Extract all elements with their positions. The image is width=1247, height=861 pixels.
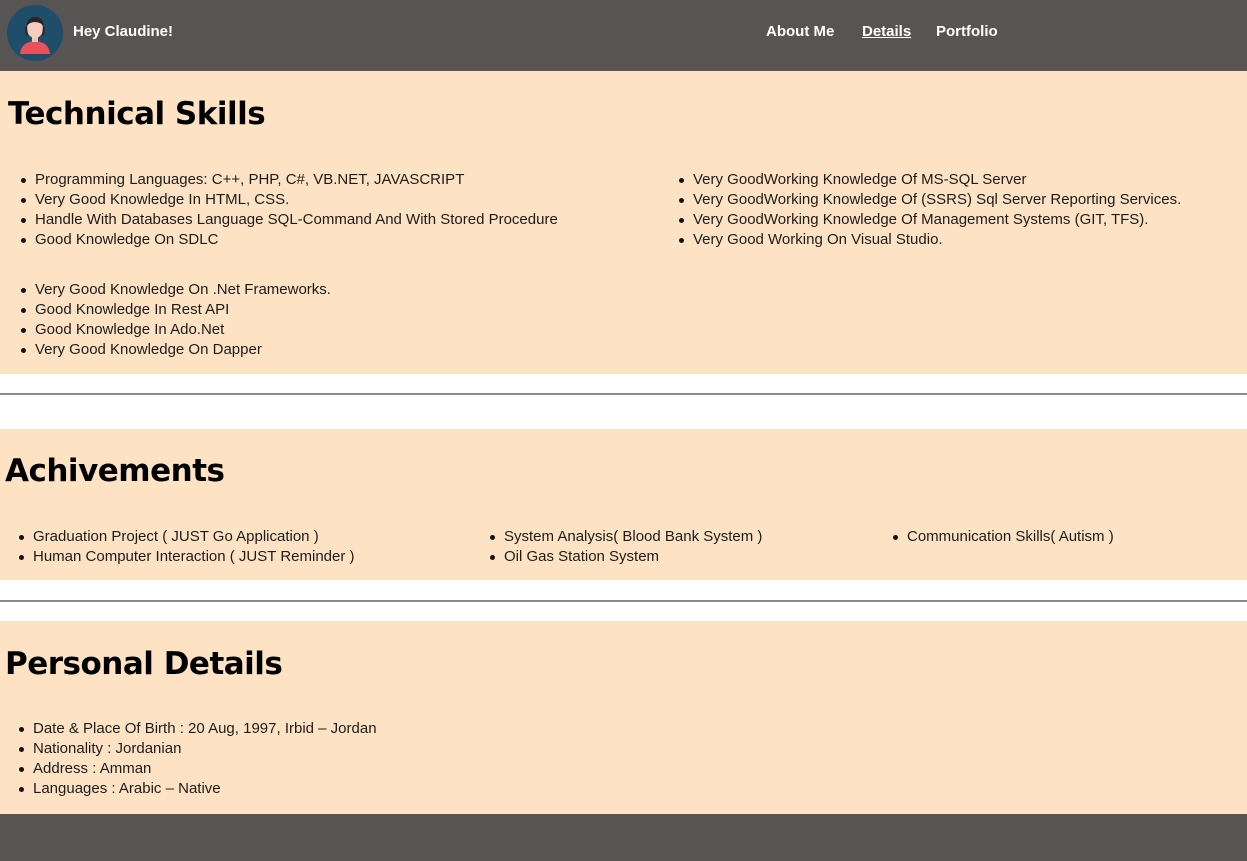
nav-link-about-me[interactable]: About Me [766, 23, 834, 41]
skills-list-right: Very GoodWorking Knowledge Of MS-SQL Ser… [677, 170, 1181, 250]
personal-details-list: Date & Place Of Birth : 20 Aug, 1997, Ir… [17, 719, 377, 799]
list-item: Communication Skills( Autism ) [893, 528, 1114, 545]
section-title: Achivements [5, 453, 225, 489]
greeting-text: Hey Claudine! [73, 23, 174, 40]
section-divider [0, 393, 1247, 395]
section-title: Personal Details [5, 646, 283, 682]
list-item: Very GoodWorking Knowledge Of (SSRS) Sql… [678, 191, 1182, 208]
list-item: Handle With Databases Language SQL-Comma… [21, 211, 558, 228]
list-item: Address : Amman [19, 759, 377, 779]
personal-details-section: Personal Details Date & Place Of Birth :… [0, 621, 1247, 814]
list-item: Very GoodWorking Knowledge Of MS-SQL Ser… [678, 170, 1181, 190]
list-item: Graduation Project ( JUST Go Application… [19, 527, 355, 547]
list-item: Good Knowledge In Rest API [21, 300, 331, 320]
list-item: Date & Place Of Birth : 20 Aug, 1997, Ir… [19, 720, 377, 737]
list-item: Very Good Knowledge On .Net Frameworks. [21, 281, 331, 298]
list-item: Very Good Working On Visual Studio. [678, 230, 1181, 250]
list-item: Good Knowledge In Ado.Net [21, 320, 331, 340]
achievements-list-col1: Graduation Project ( JUST Go Application… [17, 527, 355, 567]
list-item: Languages : Arabic – Native [19, 779, 377, 799]
achievements-list-col3: Communication Skills( Autism ) [891, 527, 1114, 547]
top-navbar: Hey Claudine! About Me Details Portfolio [0, 0, 1247, 71]
list-item: Programming Languages: C++, PHP, C#, VB.… [21, 170, 558, 190]
list-item: Very GoodWorking Knowledge Of Management… [678, 210, 1181, 230]
skills-list-left-1: Programming Languages: C++, PHP, C#, VB.… [19, 170, 558, 250]
section-divider [0, 600, 1247, 602]
list-item: Nationality : Jordanian [19, 739, 377, 759]
achievements-section: Achivements Graduation Project ( JUST Go… [0, 429, 1247, 580]
list-item: Very Good Knowledge On Dapper [21, 340, 331, 360]
achievements-list-col2: System Analysis( Blood Bank System ) Oil… [488, 527, 762, 567]
section-title: Technical Skills [8, 96, 266, 132]
page-footer [0, 814, 1247, 861]
user-avatar-icon [7, 5, 63, 61]
list-item: System Analysis( Blood Bank System ) [489, 528, 763, 545]
technical-skills-section: Technical Skills Programming Languages: … [0, 71, 1247, 374]
list-item: Human Computer Interaction ( JUST Remind… [19, 548, 355, 565]
list-item: Oil Gas Station System [489, 547, 762, 567]
list-item: Good Knowledge On SDLC [21, 230, 558, 250]
nav-link-details[interactable]: Details [862, 23, 911, 41]
skills-list-left-2: Very Good Knowledge On .Net Frameworks. … [19, 280, 331, 360]
nav-link-portfolio[interactable]: Portfolio [936, 23, 998, 41]
avatar[interactable] [7, 5, 63, 61]
list-item: Very Good Knowledge In HTML, CSS. [21, 190, 558, 210]
